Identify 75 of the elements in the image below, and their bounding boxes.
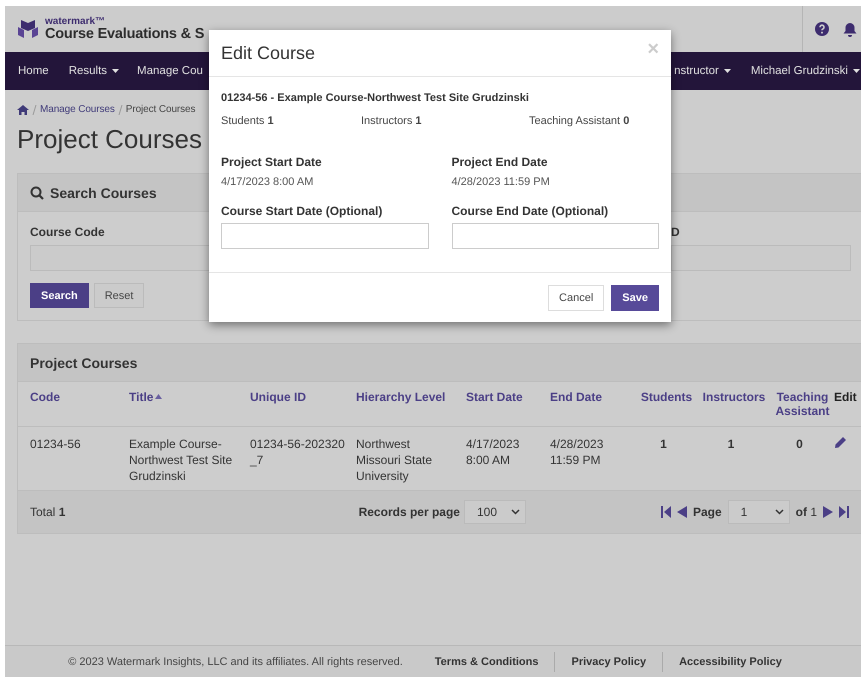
page-label: Page xyxy=(692,505,722,519)
table-cell-text: 01234-56 xyxy=(30,436,82,453)
column-header[interactable]: Code xyxy=(30,382,129,426)
first-page-icon[interactable] xyxy=(660,506,671,518)
date-value: 4/28/2023 11:59 PM xyxy=(452,176,551,188)
table-cell-text: 1 xyxy=(726,436,736,453)
app-title: Course Evaluations & S xyxy=(45,26,204,42)
footer-link[interactable]: Accessibility Policy xyxy=(662,652,798,672)
table-cell-text: 1 xyxy=(659,436,668,453)
records-select[interactable]: 100 xyxy=(464,500,526,524)
field-label: Course Start Date (Optional) xyxy=(221,204,382,218)
chevron-down-icon xyxy=(510,509,520,515)
panel-title: Project Courses xyxy=(30,354,138,370)
last-page-icon[interactable] xyxy=(839,506,849,518)
column-header[interactable]: Students xyxy=(636,382,697,426)
separator-icon xyxy=(118,104,123,114)
count-text: Teaching Assistant 0 xyxy=(529,115,630,127)
copyright-text: © 2023 Watermark Insights, LLC and its affiliates. All rights reserved. xyxy=(68,656,403,668)
date-value: 4/17/2023 8:00 AM xyxy=(221,176,314,188)
pencil-icon[interactable] xyxy=(834,436,847,449)
home-icon[interactable] xyxy=(17,104,29,114)
panel-title: Search Courses xyxy=(50,184,157,200)
reset-button[interactable]: Reset xyxy=(94,283,144,308)
breadcrumb-link[interactable]: Project Courses xyxy=(126,104,196,115)
table-cell-text: Example Course-Northwest Test Site Grudzinski xyxy=(129,436,234,485)
column-header[interactable]: Unique ID xyxy=(250,382,356,426)
count-text: Instructors 1 xyxy=(361,115,423,127)
table-cell-text: 4/17/2023 8:00 AM xyxy=(466,436,520,469)
column-header[interactable]: Start Date xyxy=(466,382,550,426)
date-input[interactable] xyxy=(452,223,659,249)
save-button[interactable]: Save xyxy=(611,284,659,310)
bell-icon[interactable] xyxy=(843,22,857,36)
column-header: Edit xyxy=(834,389,858,406)
search-icon xyxy=(30,186,44,200)
total-count: Total 1 xyxy=(30,505,66,519)
date-label: Project End Date xyxy=(452,155,548,169)
course-name: 01234-56 - Example Course-Northwest Test Site Grudzinski xyxy=(221,92,530,104)
table-cell-text: 0 xyxy=(795,436,804,453)
input-field[interactable] xyxy=(671,245,851,271)
page-select[interactable]: 1 xyxy=(728,500,790,524)
page-title: Project Courses xyxy=(17,124,202,155)
column-header[interactable]: End Date xyxy=(550,382,636,426)
column-header[interactable]: Hierarchy Level xyxy=(356,382,466,426)
page-count: of 1 xyxy=(796,505,817,519)
column-header[interactable]: Title xyxy=(129,382,250,426)
count-text: Students 1 xyxy=(221,115,275,127)
footer-link[interactable]: Privacy Policy xyxy=(554,652,662,672)
field-label: Course End Date (Optional) xyxy=(452,204,608,218)
table-cell-text: Northwest Missouri State University xyxy=(356,436,434,485)
search-button[interactable]: Search xyxy=(30,283,89,308)
footer-link[interactable]: Terms & Conditions xyxy=(418,652,554,672)
field-label: Course Code xyxy=(30,225,105,239)
table-cell-text: 01234-56-202320 _7 xyxy=(250,436,346,469)
nav-link[interactable]: Manage Cou xyxy=(119,65,203,77)
logo-icon xyxy=(17,18,39,40)
separator-icon xyxy=(32,104,37,114)
field-label: D xyxy=(671,225,680,239)
nav-link[interactable]: Home xyxy=(5,65,49,77)
cancel-button[interactable]: Cancel xyxy=(548,284,604,310)
records-label: Records per page xyxy=(358,505,460,519)
chevron-down-icon xyxy=(774,509,784,515)
breadcrumb-link[interactable]: Manage Courses xyxy=(40,104,115,115)
table-cell-text: 4/28/2023 11:59 PM xyxy=(550,436,604,469)
brand-name: watermark™ xyxy=(45,16,106,27)
column-header[interactable]: Teaching Assistant xyxy=(771,382,834,426)
nav-link[interactable]: Michael Grudzinski xyxy=(730,65,860,77)
nav-link[interactable]: Results xyxy=(48,65,120,77)
next-page-icon[interactable] xyxy=(823,506,833,518)
help-icon[interactable] xyxy=(815,22,829,36)
date-input[interactable] xyxy=(221,223,428,249)
dialog-title: Edit Course xyxy=(221,42,316,64)
date-label: Project Start Date xyxy=(221,155,322,169)
nav-link[interactable]: nstructor xyxy=(674,65,731,77)
previous-page-icon[interactable] xyxy=(676,506,687,518)
column-header[interactable]: Instructors xyxy=(697,382,771,426)
